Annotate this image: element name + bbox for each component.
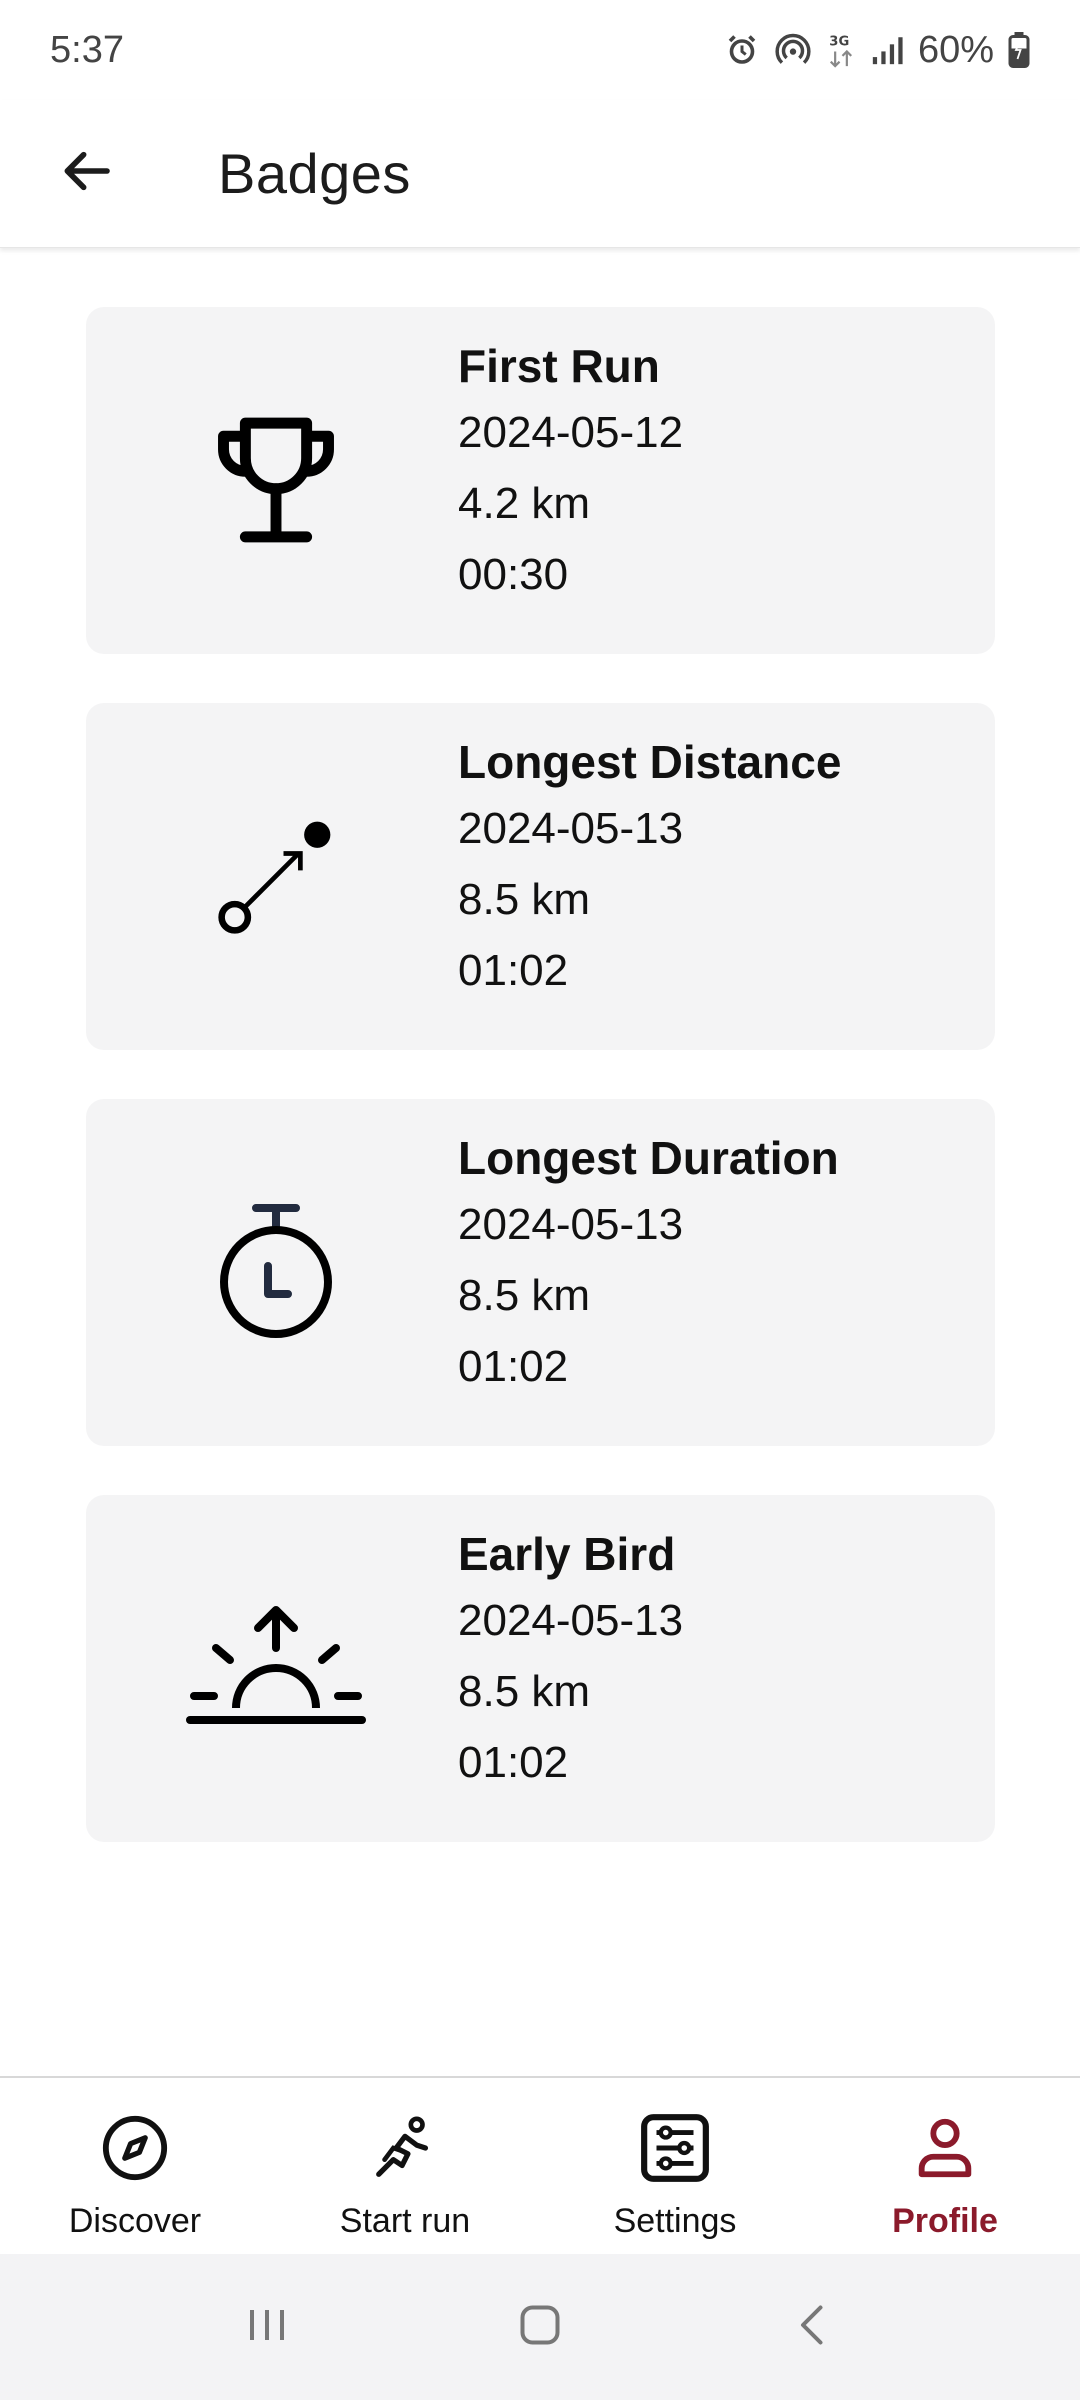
system-nav-bar: [0, 2254, 1080, 2400]
nav-label-start-run: Start run: [339, 2202, 471, 2240]
compass-icon: [95, 2108, 175, 2188]
badge-duration: 00:30: [458, 550, 569, 599]
distance-icon: [186, 786, 366, 966]
signal-icon: [870, 33, 904, 67]
bottom-nav: Discover Start run Settings Profile: [0, 2076, 1080, 2254]
runner-icon: [365, 2108, 445, 2188]
badge-card-first-run[interactable]: First Run 2024-05-12 4.2 km 00:30: [86, 307, 995, 654]
nav-label-settings: Settings: [613, 2202, 737, 2240]
system-back-button[interactable]: [763, 2277, 863, 2377]
trophy-icon: [186, 390, 366, 570]
badge-date: 2024-05-13: [458, 1200, 684, 1249]
sunrise-icon: [186, 1578, 366, 1758]
home-icon: [510, 2295, 570, 2360]
badge-title: First Run: [458, 340, 660, 392]
badge-duration: 01:02: [458, 1342, 569, 1391]
badge-title: Early Bird: [458, 1528, 676, 1580]
nav-item-discover[interactable]: Discover: [0, 2078, 270, 2254]
badge-details: Early Bird 2024-05-13 8.5 km 01:02: [458, 1531, 683, 1812]
nav-item-settings[interactable]: Settings: [540, 2078, 810, 2254]
badge-details: Longest Duration 2024-05-13 8.5 km 01:02: [458, 1135, 839, 1416]
status-icons: 3G 60%: [724, 29, 1030, 72]
hotspot-icon: [774, 31, 812, 69]
badge-date: 2024-05-13: [458, 804, 684, 853]
chevron-left-icon: [783, 2295, 843, 2360]
svg-text:3G: 3G: [829, 35, 849, 50]
badge-details: Longest Distance 2024-05-13 8.5 km 01:02: [458, 739, 841, 1020]
alarm-icon: [724, 32, 760, 68]
badge-card-longest-distance[interactable]: Longest Distance 2024-05-13 8.5 km 01:02: [86, 703, 995, 1050]
sliders-icon: [635, 2108, 715, 2188]
badge-list: First Run 2024-05-12 4.2 km 00:30 Longes…: [86, 307, 995, 1891]
badge-date: 2024-05-12: [458, 408, 684, 457]
app-bar: Badges: [0, 100, 1080, 248]
nav-label-profile: Profile: [892, 2202, 998, 2240]
page-title: Badges: [218, 142, 411, 205]
stopwatch-icon: [186, 1182, 366, 1362]
3g-icon: 3G: [826, 31, 856, 69]
badge-duration: 01:02: [458, 1738, 569, 1787]
badge-distance: 8.5 km: [458, 1271, 591, 1320]
badge-card-early-bird[interactable]: Early Bird 2024-05-13 8.5 km 01:02: [86, 1495, 995, 1842]
person-icon: [905, 2108, 985, 2188]
badge-title: Longest Distance: [458, 736, 842, 788]
arrow-left-icon: [58, 143, 114, 204]
badge-duration: 01:02: [458, 946, 569, 995]
badge-distance: 8.5 km: [458, 1667, 591, 1716]
badge-details: First Run 2024-05-12 4.2 km 00:30: [458, 343, 683, 624]
status-time: 5:37: [50, 28, 124, 71]
badge-date: 2024-05-13: [458, 1596, 684, 1645]
back-button[interactable]: [36, 124, 136, 224]
status-bar: 5:37 3G 60%: [0, 0, 1080, 100]
badge-card-longest-duration[interactable]: Longest Duration 2024-05-13 8.5 km 01:02: [86, 1099, 995, 1446]
battery-percent: 60%: [917, 28, 994, 71]
nav-label-discover: Discover: [68, 2202, 202, 2240]
badge-distance: 8.5 km: [458, 875, 591, 924]
nav-item-start-run[interactable]: Start run: [270, 2078, 540, 2254]
battery-icon: [1008, 32, 1030, 68]
home-button[interactable]: [490, 2277, 590, 2377]
nav-item-profile[interactable]: Profile: [810, 2078, 1080, 2254]
badge-title: Longest Duration: [458, 1132, 839, 1184]
badge-distance: 4.2 km: [458, 479, 591, 528]
recent-apps-button[interactable]: [217, 2277, 317, 2377]
recent-apps-icon: [237, 2295, 297, 2360]
